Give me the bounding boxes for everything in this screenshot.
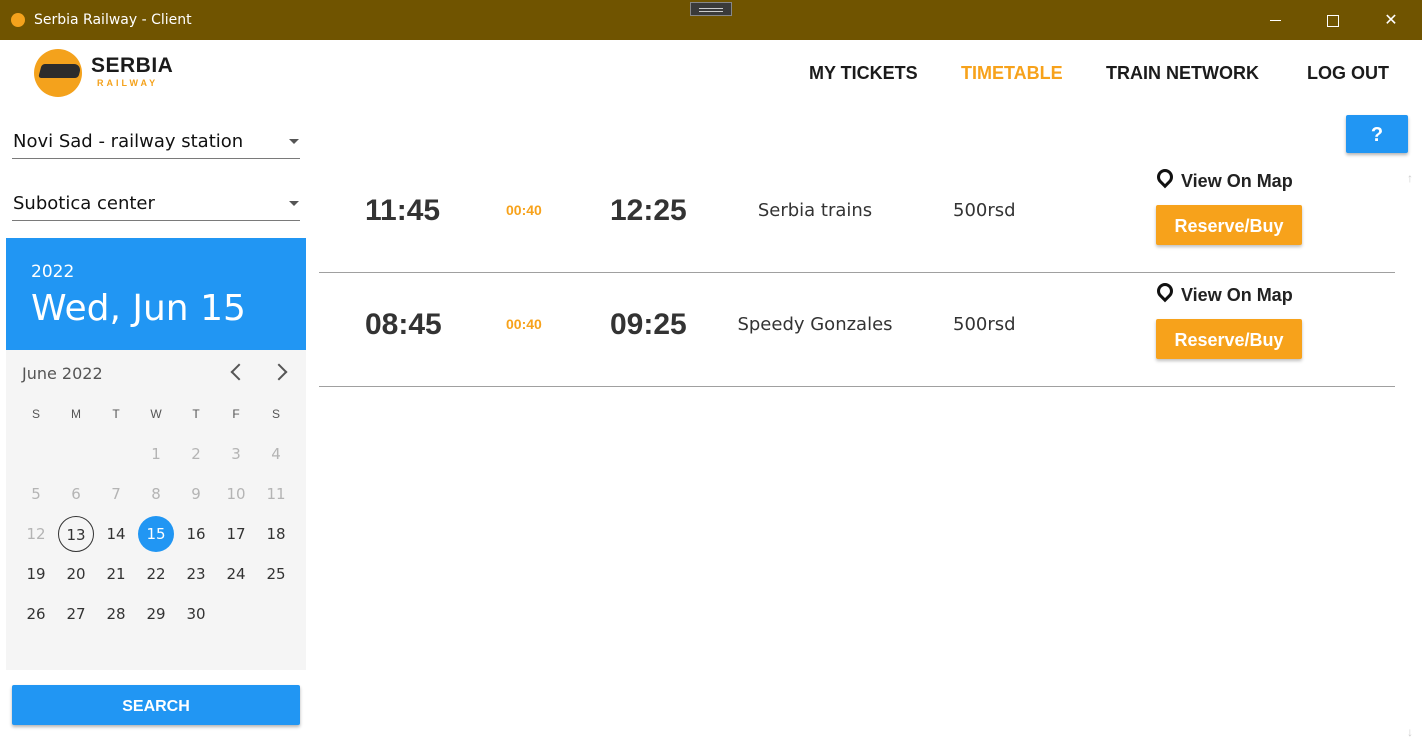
from-station-value: Novi Sad - railway station — [13, 131, 244, 152]
nav-train-network[interactable]: TRAIN NETWORK — [1106, 63, 1259, 84]
help-button[interactable]: ? — [1346, 115, 1408, 153]
to-station-value: Subotica center — [13, 193, 155, 214]
calendar-year[interactable]: 2022 — [31, 262, 74, 282]
calendar-day[interactable]: 19 — [18, 556, 54, 592]
chevron-down-icon — [289, 139, 299, 144]
calendar-day[interactable]: 29 — [138, 596, 174, 632]
from-station-select[interactable]: Novi Sad - railway station — [12, 128, 300, 159]
train-company: Speedy Gonzales — [737, 314, 893, 335]
weekday-header: S — [31, 407, 40, 421]
weekday-header: T — [192, 407, 200, 421]
calendar-day: 3 — [231, 445, 241, 463]
ticket-price: 500rsd — [953, 314, 1016, 335]
chevron-down-icon — [289, 201, 299, 206]
nav-my-tickets[interactable]: MY TICKETS — [809, 63, 918, 84]
calendar-day[interactable]: 23 — [178, 556, 214, 592]
minimize-icon — [1269, 20, 1281, 22]
weekday-header: M — [71, 407, 81, 421]
reserve-buy-button[interactable]: Reserve/Buy — [1156, 319, 1302, 359]
calendar-month-label: June 2022 — [22, 364, 103, 383]
weekday-header: S — [271, 407, 280, 421]
arrival-time: 12:25 — [610, 194, 687, 227]
title-bar: Serbia Railway - Client ✕ — [0, 0, 1422, 40]
scroll-down-arrow-icon[interactable]: ↓ — [1402, 724, 1418, 740]
calendar-day[interactable]: 14 — [98, 516, 134, 552]
ticket-price: 500rsd — [953, 200, 1016, 221]
calendar-day[interactable]: 22 — [138, 556, 174, 592]
chevron-left-icon[interactable] — [230, 363, 248, 381]
drag-handle-icon[interactable] — [690, 2, 732, 16]
calendar-day: 12 — [26, 525, 46, 543]
calendar-day[interactable]: 16 — [178, 516, 214, 552]
reserve-buy-button[interactable]: Reserve/Buy — [1156, 205, 1302, 245]
search-button[interactable]: SEARCH — [12, 685, 300, 725]
maximize-icon — [1327, 14, 1339, 27]
close-icon: ✕ — [1384, 12, 1398, 29]
view-on-map-label: View On Map — [1181, 171, 1293, 191]
calendar-day: 5 — [31, 485, 41, 503]
view-on-map-link[interactable]: View On Map — [1153, 279, 1293, 306]
calendar-day: 1 — [151, 445, 161, 463]
departure-time: 11:45 — [365, 194, 441, 227]
arrival-time: 09:25 — [610, 308, 687, 341]
calendar-day[interactable]: 28 — [98, 596, 134, 632]
calendar-day: 2 — [191, 445, 201, 463]
view-on-map-link[interactable]: View On Map — [1153, 165, 1293, 192]
minimize-button[interactable] — [1252, 6, 1298, 36]
calendar-day[interactable]: 17 — [218, 516, 254, 552]
maximize-button[interactable] — [1310, 6, 1356, 36]
timetable-row: 08:45 00:40 09:25 Speedy Gonzales 500rsd… — [319, 272, 1395, 387]
calendar-selected-date: Wed, Jun 15 — [31, 288, 246, 329]
calendar-day: 8 — [151, 485, 161, 503]
calendar-day[interactable]: 27 — [58, 596, 94, 632]
close-button[interactable]: ✕ — [1368, 6, 1414, 36]
logo-sub-text: RAILWAY — [97, 78, 159, 88]
trip-duration: 00:40 — [506, 316, 542, 332]
trip-duration: 00:40 — [506, 202, 542, 218]
logo-brand-text: SERBIA — [91, 54, 174, 77]
calendar-day[interactable]: 21 — [98, 556, 134, 592]
chevron-right-icon[interactable] — [270, 363, 288, 381]
calendar-day: 7 — [111, 485, 121, 503]
calendar-header: 2022 Wed, Jun 15 — [6, 238, 306, 350]
calendar-day[interactable]: 20 — [58, 556, 94, 592]
calendar-day[interactable]: 24 — [218, 556, 254, 592]
calendar-day: 11 — [266, 485, 286, 503]
calendar-day[interactable]: 25 — [258, 556, 294, 592]
nav-log-out[interactable]: LOG OUT — [1307, 63, 1389, 84]
calendar-day[interactable]: 30 — [178, 596, 214, 632]
logo-train-icon — [38, 64, 82, 78]
view-on-map-label: View On Map — [1181, 285, 1293, 305]
app-logo-icon — [11, 13, 25, 27]
weekday-header: T — [112, 407, 120, 421]
map-pin-icon — [1153, 165, 1177, 189]
calendar-day: 6 — [71, 485, 81, 503]
calendar-day[interactable]: 18 — [258, 516, 294, 552]
map-pin-icon — [1153, 279, 1177, 303]
calendar-day: 9 — [191, 485, 201, 503]
calendar-day[interactable]: 26 — [18, 596, 54, 632]
scroll-up-arrow-icon[interactable]: ↑ — [1402, 170, 1418, 186]
timetable-row: 11:45 00:40 12:25 Serbia trains 500rsd V… — [319, 158, 1395, 273]
departure-time: 08:45 — [365, 308, 442, 341]
calendar-day: 10 — [226, 485, 246, 503]
calendar-day[interactable]: 15 — [138, 516, 174, 552]
calendar-grid: June 2022 S M T W T F S 1 2 3 4 5 6 7 8 9 10 11 12 13 14 15 16… — [6, 350, 306, 670]
weekday-header: W — [150, 407, 162, 421]
calendar-day: 4 — [271, 445, 281, 463]
serbia-railway-logo: SERBIA RAILWAY — [34, 48, 174, 97]
calendar-day[interactable]: 13 — [58, 516, 94, 552]
window-title: Serbia Railway - Client — [34, 12, 192, 28]
train-company: Serbia trains — [757, 200, 873, 221]
nav-timetable[interactable]: TIMETABLE — [961, 63, 1063, 84]
weekday-header: F — [232, 407, 240, 421]
to-station-select[interactable]: Subotica center — [12, 190, 300, 221]
